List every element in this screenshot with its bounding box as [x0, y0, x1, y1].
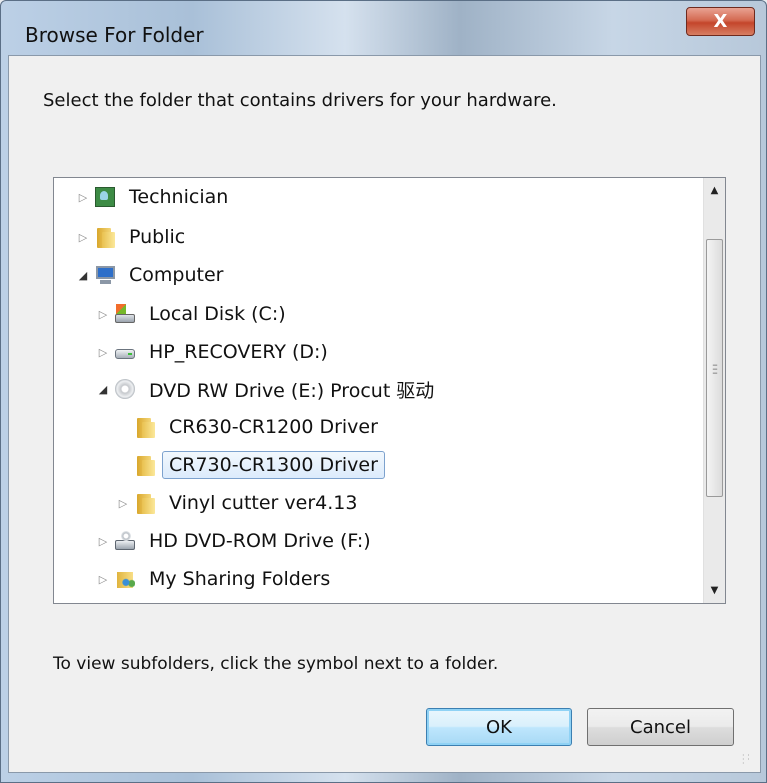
folder-tree-view[interactable]: ▷ Technician ▷ Public ◢ Computer ▷ Local… — [53, 177, 726, 604]
folder-icon — [134, 492, 156, 514]
resize-grip-icon[interactable]: · · · · · — [742, 752, 754, 768]
folder-icon — [94, 226, 116, 248]
subfolder-hint: To view subfolders, click the symbol nex… — [53, 654, 499, 674]
expander-placeholder — [116, 458, 130, 472]
collapse-arrow-icon[interactable]: ◢ — [96, 382, 110, 396]
ok-button[interactable]: OK — [426, 708, 572, 746]
tree-item-label: My Sharing Folders — [149, 568, 331, 590]
close-button[interactable]: X — [686, 7, 755, 36]
close-icon: X — [713, 11, 728, 32]
tree-item-label: DVD RW Drive (E:) Procut 驱动 — [149, 379, 435, 402]
dialog-description: Select the folder that contains drivers … — [43, 90, 557, 111]
title-bar[interactable]: Browse For Folder X — [1, 1, 766, 55]
scroll-up-arrow-icon[interactable]: ▲ — [704, 180, 725, 201]
sharing-folder-icon — [114, 568, 136, 590]
hd-dvd-drive-icon — [114, 530, 136, 552]
tree-item-local-disk-c[interactable]: ▷ Local Disk (C:) — [96, 297, 293, 331]
local-disk-icon — [114, 303, 136, 325]
grip-icon: – – – — [712, 358, 718, 379]
window-title: Browse For Folder — [25, 23, 204, 47]
collapse-arrow-icon[interactable]: ◢ — [76, 268, 90, 282]
tree-item-cr630-cr1200-driver[interactable]: CR630-CR1200 Driver — [116, 410, 385, 444]
tree-item-my-sharing-folders[interactable]: ▷ My Sharing Folders — [96, 562, 337, 596]
expand-arrow-icon[interactable]: ▷ — [96, 534, 110, 548]
expand-arrow-icon[interactable]: ▷ — [76, 230, 90, 244]
user-folder-icon — [94, 186, 116, 208]
hard-drive-icon — [114, 341, 136, 363]
tree-item-label: HP_RECOVERY (D:) — [149, 341, 328, 363]
expander-placeholder — [116, 420, 130, 434]
cancel-button[interactable]: Cancel — [587, 708, 734, 746]
scrollbar-thumb[interactable]: – – – — [706, 239, 723, 497]
browse-for-folder-dialog: Browse For Folder X Select the folder th… — [0, 0, 767, 783]
tree-item-label: Computer — [129, 264, 224, 286]
dvd-drive-icon — [114, 378, 136, 400]
tree-item-label: CR730-CR1300 Driver — [169, 454, 378, 476]
expand-arrow-icon[interactable]: ▷ — [116, 496, 130, 510]
expand-arrow-icon[interactable]: ▷ — [96, 307, 110, 321]
tree-item-label: CR630-CR1200 Driver — [169, 416, 378, 438]
tree-item-public[interactable]: ▷ Public — [76, 220, 192, 254]
tree-item-label: HD DVD-ROM Drive (F:) — [149, 530, 371, 552]
folder-icon — [134, 454, 156, 476]
tree-item-hd-dvd-rom-drive-f[interactable]: ▷ HD DVD-ROM Drive (F:) — [96, 524, 378, 558]
tree-item-label: Vinyl cutter ver4.13 — [169, 492, 358, 514]
tree-item-vinyl-cutter[interactable]: ▷ Vinyl cutter ver4.13 — [116, 486, 364, 520]
tree-item-cr730-cr1300-driver[interactable]: CR730-CR1300 Driver — [116, 448, 385, 482]
expand-arrow-icon[interactable]: ▷ — [96, 345, 110, 359]
expand-arrow-icon[interactable]: ▷ — [96, 572, 110, 586]
tree-item-dvd-rw-drive-e[interactable]: ◢ DVD RW Drive (E:) Procut 驱动 — [96, 372, 441, 406]
vertical-scrollbar[interactable]: ▲ – – – ▼ — [703, 178, 725, 603]
tree-item-label: Local Disk (C:) — [149, 303, 286, 325]
tree-item-computer[interactable]: ◢ Computer — [76, 258, 230, 292]
expand-arrow-icon[interactable]: ▷ — [76, 190, 90, 204]
tree-item-technician[interactable]: ▷ Technician — [76, 180, 235, 214]
scroll-down-arrow-icon[interactable]: ▼ — [704, 580, 725, 601]
folder-icon — [134, 416, 156, 438]
tree-item-label: Public — [129, 226, 186, 248]
tree-item-label: Technician — [129, 186, 229, 208]
tree-item-hp-recovery-d[interactable]: ▷ HP_RECOVERY (D:) — [96, 335, 335, 369]
computer-icon — [94, 264, 116, 286]
